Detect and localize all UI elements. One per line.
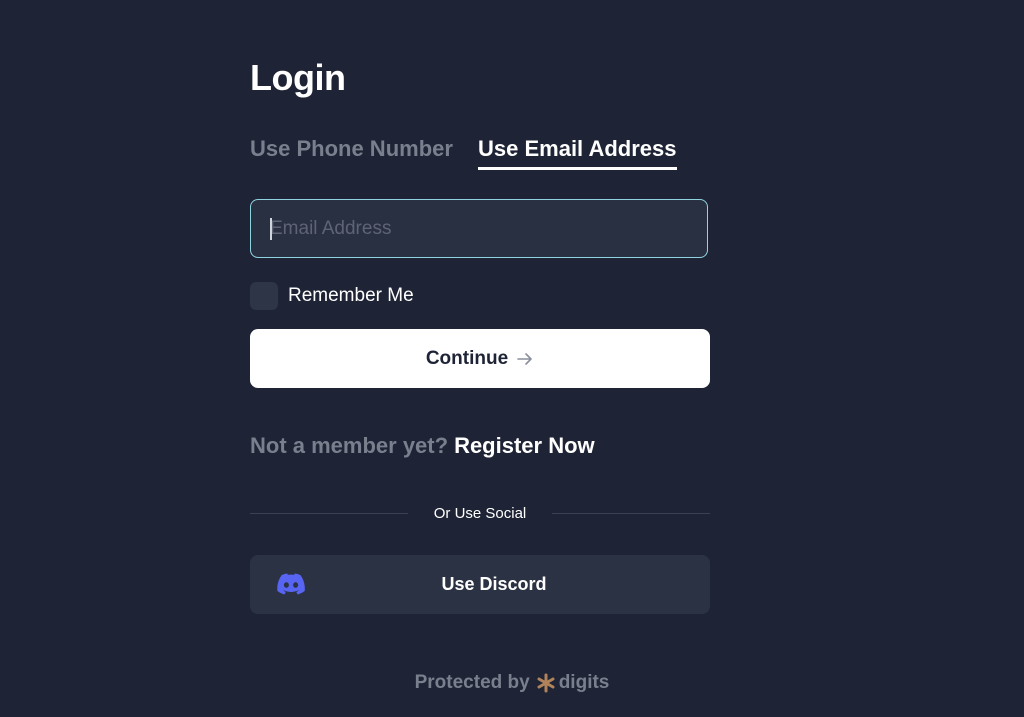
remember-me-label[interactable]: Remember Me [288,285,414,307]
arrow-right-icon [516,350,534,368]
digits-logo[interactable]: digits [536,672,610,694]
text-caret [270,218,272,240]
digits-brand-text: digits [558,672,610,693]
register-now-link[interactable]: Register Now [454,433,595,458]
continue-button[interactable]: Continue [250,329,710,388]
protected-by-text: Protected by [414,672,530,693]
login-method-tabs: Use Phone Number Use Email Address [250,134,710,174]
tab-email-address[interactable]: Use Email Address [478,134,677,170]
continue-label: Continue [425,347,509,369]
divider-text: Or Use Social [433,504,527,522]
discord-login-button[interactable]: Use Discord [250,555,710,614]
divider-line-right [552,512,710,514]
digits-logo-icon [536,673,556,693]
discord-button-label: Use Discord [441,574,547,594]
tab-phone-number[interactable]: Use Phone Number [250,134,453,164]
email-field[interactable] [251,200,707,257]
remember-me-checkbox[interactable] [250,282,278,310]
divider-line-left [250,512,408,514]
discord-icon [277,573,305,595]
remember-me-row: Remember Me [250,282,414,310]
footer-protected-by: Protected by digits [0,672,1024,694]
email-field-container [250,199,708,258]
register-prompt-row: Not a member yet? Register Now [250,432,595,460]
social-divider: Or Use Social [250,501,710,525]
login-page: Login Use Phone Number Use Email Address… [0,0,1024,717]
register-prompt-text: Not a member yet? [250,433,449,458]
page-title: Login [250,57,346,98]
